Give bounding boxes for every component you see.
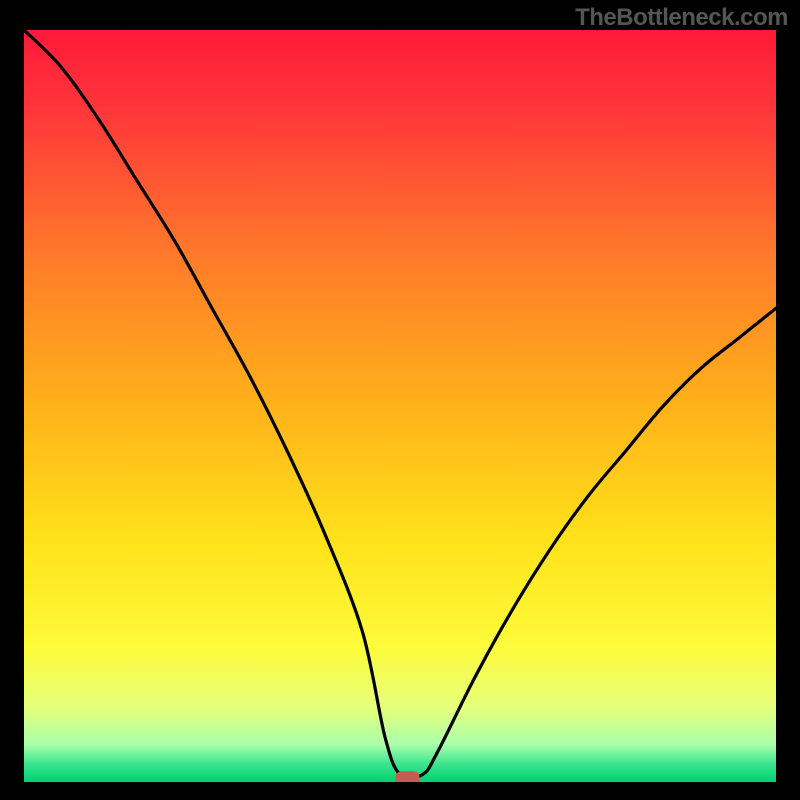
watermark-text: TheBottleneck.com bbox=[575, 4, 788, 32]
chart-frame bbox=[24, 30, 776, 782]
optimal-marker bbox=[396, 771, 420, 782]
bottleneck-chart bbox=[24, 30, 776, 782]
